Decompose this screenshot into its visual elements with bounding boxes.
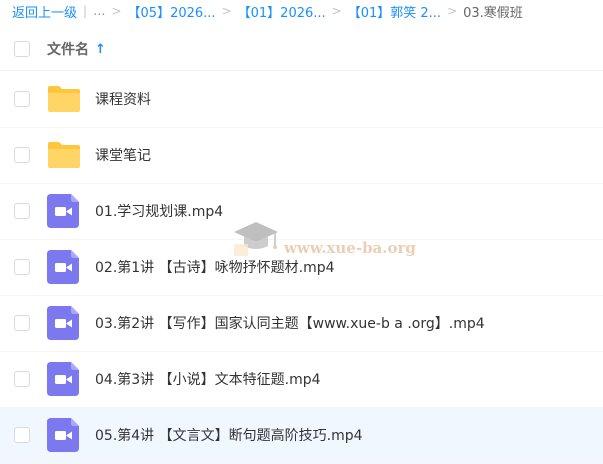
row-checkbox[interactable] — [14, 147, 30, 163]
file-name[interactable]: 03.第2讲 【写作】国家认同主题【www.xue-b a .org】.mp4 — [95, 313, 485, 333]
breadcrumb-current: 03.寒假班 — [463, 5, 523, 21]
video-file-icon — [47, 418, 79, 452]
file-name[interactable]: 课程资料 — [95, 89, 151, 109]
breadcrumb-separator: > — [221, 4, 232, 18]
row-checkbox[interactable] — [14, 259, 30, 275]
folder-icon — [48, 86, 80, 112]
file-row[interactable]: 02.第1讲 【古诗】咏物抒怀题材.mp4 — [0, 239, 603, 296]
file-name[interactable]: 04.第3讲 【小说】文本特征题.mp4 — [95, 369, 321, 389]
file-row[interactable]: 01.学习规划课.mp4 — [0, 183, 603, 240]
back-link[interactable]: 返回上一级 — [12, 2, 77, 21]
breadcrumb-divider: | — [83, 4, 88, 18]
breadcrumb-separator: > — [331, 4, 342, 18]
row-checkbox[interactable] — [14, 427, 30, 443]
file-name[interactable]: 05.第4讲 【文言文】断句题高阶技巧.mp4 — [95, 425, 363, 445]
row-checkbox[interactable] — [14, 315, 30, 331]
breadcrumb-ellipsis[interactable]: ... — [93, 4, 105, 19]
sort-ascending-icon[interactable]: ↑ — [95, 42, 106, 57]
breadcrumb: 返回上一级 | ... > 【05】2026... > 【01】2026... … — [12, 0, 603, 22]
file-row[interactable]: 课程资料 — [0, 71, 603, 128]
file-name[interactable]: 课堂笔记 — [95, 145, 151, 165]
video-file-icon — [47, 194, 79, 228]
folder-icon — [48, 142, 80, 168]
breadcrumb-item[interactable]: 【01】郭笑 2... — [348, 2, 441, 21]
file-name[interactable]: 02.第1讲 【古诗】咏物抒怀题材.mp4 — [95, 257, 335, 277]
column-header-filename[interactable]: 文件名 ↑ — [47, 39, 106, 59]
video-file-icon — [47, 306, 79, 340]
row-checkbox[interactable] — [14, 91, 30, 107]
breadcrumb-item[interactable]: 【01】2026... — [238, 2, 326, 21]
video-file-icon — [47, 362, 79, 396]
file-row[interactable]: 05.第4讲 【文言文】断句题高阶技巧.mp4 — [0, 407, 603, 464]
video-file-icon — [47, 250, 79, 284]
breadcrumb-separator: > — [447, 4, 458, 18]
column-header-label: 文件名 — [47, 42, 89, 58]
breadcrumb-item[interactable]: 【05】2026... — [128, 2, 216, 21]
list-header: 文件名 ↑ — [0, 28, 603, 71]
file-row[interactable]: 04.第3讲 【小说】文本特征题.mp4 — [0, 351, 603, 408]
select-all-checkbox[interactable] — [14, 41, 30, 57]
row-checkbox[interactable] — [14, 203, 30, 219]
breadcrumb-separator: > — [111, 4, 122, 18]
file-row[interactable]: 课堂笔记 — [0, 127, 603, 184]
file-row[interactable]: 03.第2讲 【写作】国家认同主题【www.xue-b a .org】.mp4 — [0, 295, 603, 352]
file-name[interactable]: 01.学习规划课.mp4 — [95, 201, 223, 221]
row-checkbox[interactable] — [14, 371, 30, 387]
